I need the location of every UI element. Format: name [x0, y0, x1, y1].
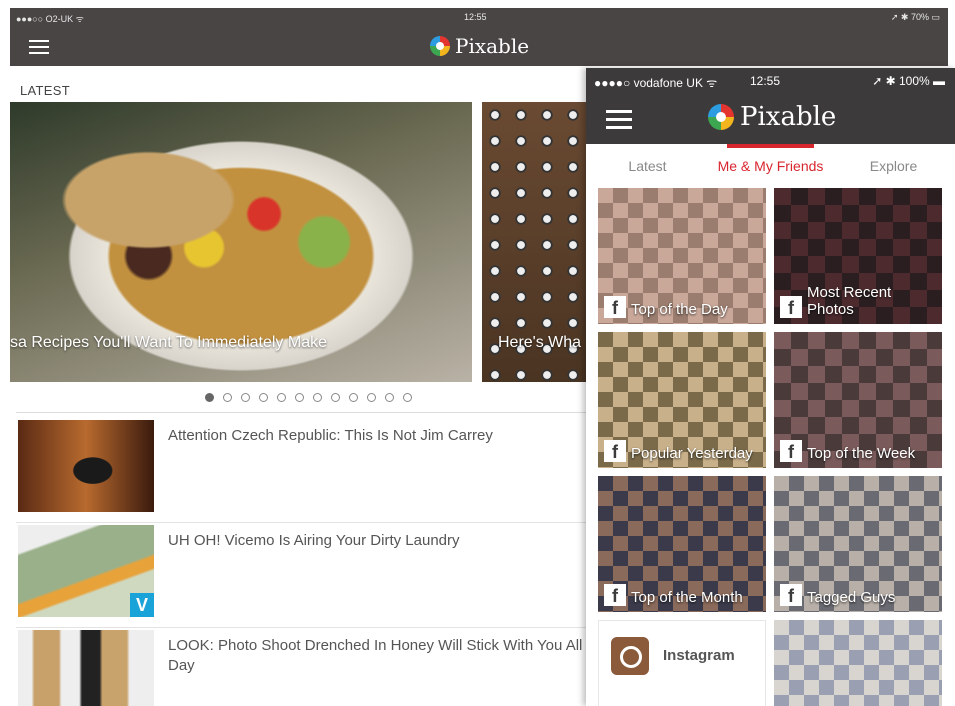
status-time: 12:55	[750, 74, 781, 88]
hero-caption: Here's Wha	[498, 334, 582, 351]
article-title: Attention Czech Republic: This Is Not Ji…	[168, 427, 493, 444]
app-title: Pixable	[740, 102, 837, 132]
hero-card-next[interactable]: Here's Wha	[482, 102, 602, 382]
pagination-dot[interactable]	[295, 393, 304, 402]
pagination-dot[interactable]	[385, 393, 394, 402]
pagination-dot[interactable]	[205, 393, 214, 402]
divider	[16, 412, 596, 413]
tile-label: Top of the Month	[631, 589, 743, 606]
facebook-icon: f	[604, 440, 626, 462]
facebook-icon: f	[780, 584, 802, 606]
instagram-icon	[611, 637, 649, 675]
facebook-icon: f	[604, 584, 626, 606]
vimeo-icon: V	[130, 593, 154, 617]
pagination-dot[interactable]	[367, 393, 376, 402]
pagination-dot[interactable]	[403, 393, 412, 402]
menu-icon[interactable]	[29, 40, 49, 54]
hero-card[interactable]: sa Recipes You'll Want To Immediately Ma…	[10, 102, 472, 382]
pagination-dot[interactable]	[349, 393, 358, 402]
tile-label: Tagged Guys	[807, 589, 896, 606]
tile-label: Most Recent Photos	[807, 284, 892, 318]
app-title: Pixable	[455, 34, 530, 58]
phone-nav-bar: Pixable	[586, 92, 955, 144]
facebook-icon: f	[780, 440, 802, 462]
carousel-pagination[interactable]	[205, 393, 421, 402]
article-list: Attention Czech Republic: This Is Not Ji…	[16, 418, 596, 706]
article-title: UH OH! Vicemo Is Airing Your Dirty Laund…	[168, 532, 460, 549]
article-thumbnail	[18, 630, 154, 706]
app-logo: Pixable	[430, 34, 529, 58]
album-tile[interactable]	[774, 620, 942, 706]
pagination-dot[interactable]	[313, 393, 322, 402]
list-item[interactable]: V UH OH! Vicemo Is Airing Your Dirty Lau…	[16, 523, 596, 628]
status-carrier: ●●●○○ O2-UK ᯤ	[16, 14, 84, 24]
status-battery: ➚ ✱ 100% ▬	[872, 74, 945, 88]
section-heading: LATEST	[20, 83, 70, 98]
hero-caption: sa Recipes You'll Want To Immediately Ma…	[10, 334, 327, 351]
list-item[interactable]: Attention Czech Republic: This Is Not Ji…	[16, 418, 596, 523]
facebook-icon: f	[780, 296, 802, 318]
pagination-dot[interactable]	[241, 393, 250, 402]
tablet-nav-bar: Pixable	[10, 26, 948, 66]
album-grid: f Top of the Day f Most Recent Photos f Pop…	[598, 188, 942, 706]
tile-label: Popular Yesterday	[631, 445, 753, 462]
pagination-dot[interactable]	[277, 393, 286, 402]
app-logo: Pixable	[708, 102, 836, 132]
tab-latest[interactable]: Latest	[586, 144, 709, 184]
album-tile-top-of-the-day[interactable]: f Top of the Day	[598, 188, 766, 324]
pixable-logo-icon	[430, 36, 450, 56]
tab-bar: Latest Me & My Friends Explore	[586, 144, 955, 184]
status-battery: ➚ ✱ 70% ▭	[890, 12, 940, 22]
pagination-dot[interactable]	[331, 393, 340, 402]
tile-label: Instagram	[663, 647, 735, 664]
album-tile-top-of-the-month[interactable]: f Top of the Month	[598, 476, 766, 612]
album-tile-popular-yesterday[interactable]: f Popular Yesterday	[598, 332, 766, 468]
list-item[interactable]: LOOK: Photo Shoot Drenched In Honey Will…	[16, 628, 596, 706]
tile-label: Top of the Day	[631, 301, 728, 318]
phone-screen: ●●●●○ vodafone UK ᯤ 12:55 ➚ ✱ 100% ▬ Pix…	[586, 68, 955, 706]
tablet-status-bar: ●●●○○ O2-UK ᯤ 12:55 ➚ ✱ 70% ▭	[10, 8, 948, 26]
album-tile-tagged-guys[interactable]: f Tagged Guys	[774, 476, 942, 612]
pagination-dot[interactable]	[223, 393, 232, 402]
pixable-logo-icon	[708, 104, 734, 130]
album-tile-top-of-the-week[interactable]: f Top of the Week	[774, 332, 942, 468]
article-title: LOOK: Photo Shoot Drenched In Honey Will…	[168, 637, 583, 674]
tile-label: Top of the Week	[807, 445, 916, 462]
album-tile-most-recent-photos[interactable]: f Most Recent Photos	[774, 188, 942, 324]
menu-icon[interactable]	[606, 110, 632, 129]
tab-explore[interactable]: Explore	[832, 144, 955, 184]
status-carrier: ●●●●○ vodafone UK ᯤ	[594, 76, 718, 90]
phone-status-bar: ●●●●○ vodafone UK ᯤ 12:55 ➚ ✱ 100% ▬	[586, 68, 955, 92]
article-thumbnail: V	[18, 525, 154, 617]
pagination-dot[interactable]	[259, 393, 268, 402]
status-time: 12:55	[464, 12, 487, 22]
facebook-icon: f	[604, 296, 626, 318]
album-tile-instagram[interactable]: Instagram	[598, 620, 766, 706]
tab-me-and-my-friends[interactable]: Me & My Friends	[709, 144, 832, 184]
article-thumbnail	[18, 420, 154, 512]
